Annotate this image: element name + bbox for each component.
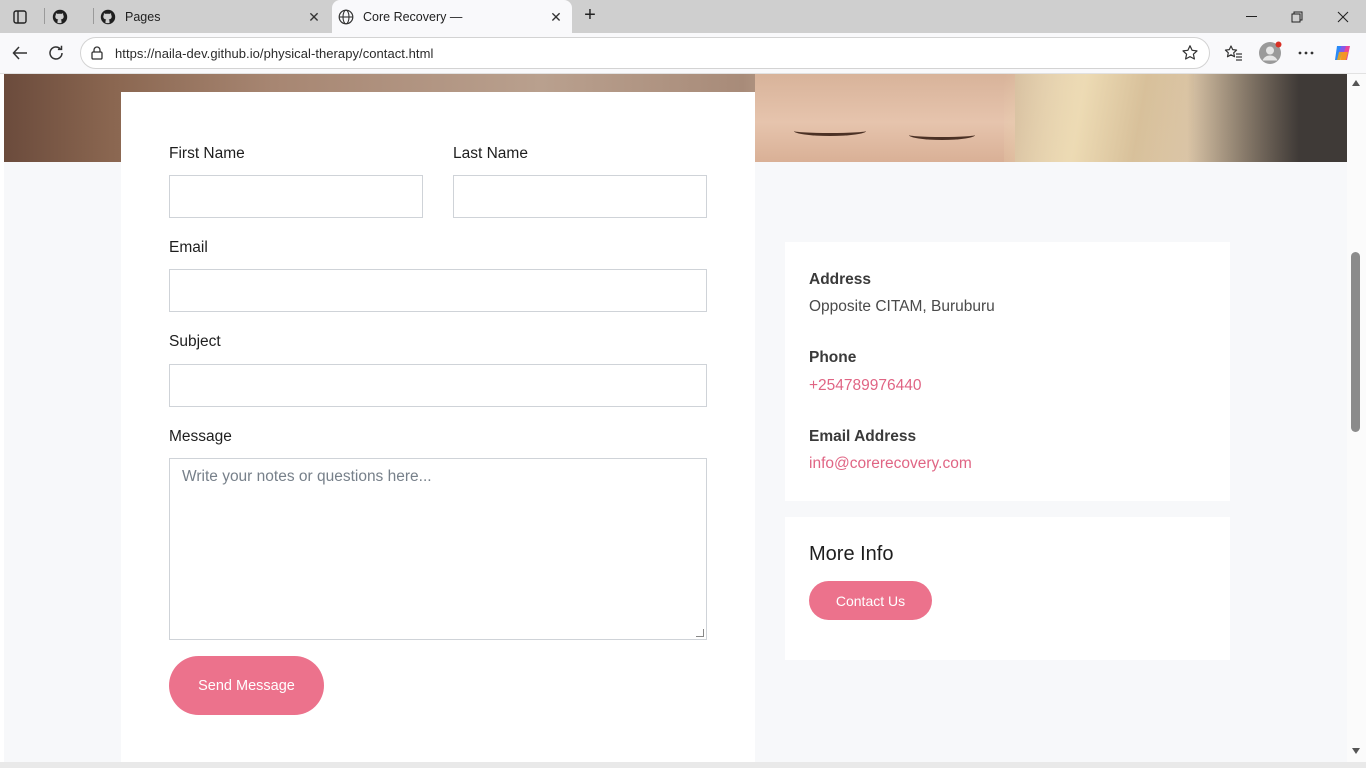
tab-label: Pages bbox=[125, 9, 161, 24]
close-window-icon[interactable] bbox=[1320, 0, 1366, 33]
refresh-icon[interactable] bbox=[44, 41, 68, 65]
scroll-down-icon[interactable] bbox=[1352, 748, 1360, 754]
message-label: Message bbox=[169, 428, 232, 445]
send-message-button[interactable]: Send Message bbox=[169, 656, 324, 715]
address-value: Opposite CITAM, Buruburu bbox=[809, 298, 995, 315]
first-name-field[interactable] bbox=[169, 175, 423, 218]
more-info-card: More Info Contact Us bbox=[785, 517, 1230, 660]
last-name-label: Last Name bbox=[453, 145, 528, 162]
browser-toolbar: https://naila-dev.github.io/physical-the… bbox=[0, 33, 1366, 74]
sidebar-toggle-icon[interactable] bbox=[9, 6, 31, 28]
profile-avatar-icon[interactable] bbox=[1258, 41, 1282, 65]
back-icon[interactable] bbox=[8, 41, 32, 65]
last-name-field[interactable] bbox=[453, 175, 707, 218]
favorites-icon[interactable] bbox=[1222, 41, 1246, 65]
github-icon bbox=[52, 9, 68, 25]
contact-us-button[interactable]: Contact Us bbox=[809, 581, 932, 620]
close-tab-icon[interactable]: ✕ bbox=[548, 9, 564, 25]
email-link[interactable]: info@corerecovery.com bbox=[809, 455, 972, 473]
globe-icon bbox=[338, 9, 354, 25]
resize-handle-icon[interactable] bbox=[696, 629, 704, 637]
email-label: Email bbox=[169, 239, 208, 256]
email-heading: Email Address bbox=[809, 428, 917, 445]
scroll-thumb[interactable] bbox=[1351, 252, 1360, 432]
first-name-label: First Name bbox=[169, 145, 245, 162]
minimize-icon[interactable] bbox=[1228, 0, 1274, 33]
new-tab-button[interactable]: + bbox=[578, 5, 602, 27]
message-textarea[interactable] bbox=[170, 459, 706, 639]
window-bottom-edge bbox=[0, 762, 1366, 768]
restore-icon[interactable] bbox=[1274, 0, 1320, 33]
phone-heading: Phone bbox=[809, 349, 857, 366]
more-options-icon[interactable] bbox=[1294, 41, 1318, 65]
site-info-icon[interactable] bbox=[89, 45, 105, 61]
subject-label: Subject bbox=[169, 333, 221, 350]
contact-info-card: Address Opposite CITAM, Buruburu Phone +… bbox=[785, 242, 1230, 501]
subject-field[interactable] bbox=[169, 364, 707, 407]
phone-link[interactable]: +254789976440 bbox=[809, 377, 922, 395]
email-field[interactable] bbox=[169, 269, 707, 312]
tab-core-recovery[interactable]: Core Recovery — ✕ bbox=[332, 0, 572, 33]
favorite-star-icon[interactable] bbox=[1181, 44, 1199, 62]
address-heading: Address bbox=[809, 271, 872, 288]
tab-github[interactable] bbox=[52, 0, 86, 33]
address-bar[interactable]: https://naila-dev.github.io/physical-the… bbox=[80, 37, 1210, 69]
tab-pages[interactable]: Pages ✕ bbox=[100, 0, 330, 33]
tab-label: Core Recovery — bbox=[363, 9, 463, 24]
scroll-up-icon[interactable] bbox=[1352, 80, 1360, 86]
url-text[interactable]: https://naila-dev.github.io/physical-the… bbox=[115, 46, 433, 61]
contact-form: First Name Last Name Email Subject Messa… bbox=[121, 92, 755, 762]
more-info-title: More Info bbox=[809, 543, 894, 565]
github-icon bbox=[100, 9, 116, 25]
close-tab-icon[interactable]: ✕ bbox=[306, 9, 322, 25]
page-viewport: First Name Last Name Email Subject Messa… bbox=[4, 74, 1347, 762]
tab-strip: Pages ✕ Core Recovery — ✕ + bbox=[0, 0, 1366, 33]
copilot-icon[interactable] bbox=[1331, 41, 1355, 65]
message-field[interactable] bbox=[169, 458, 707, 640]
page-scrollbar[interactable] bbox=[1347, 74, 1366, 762]
